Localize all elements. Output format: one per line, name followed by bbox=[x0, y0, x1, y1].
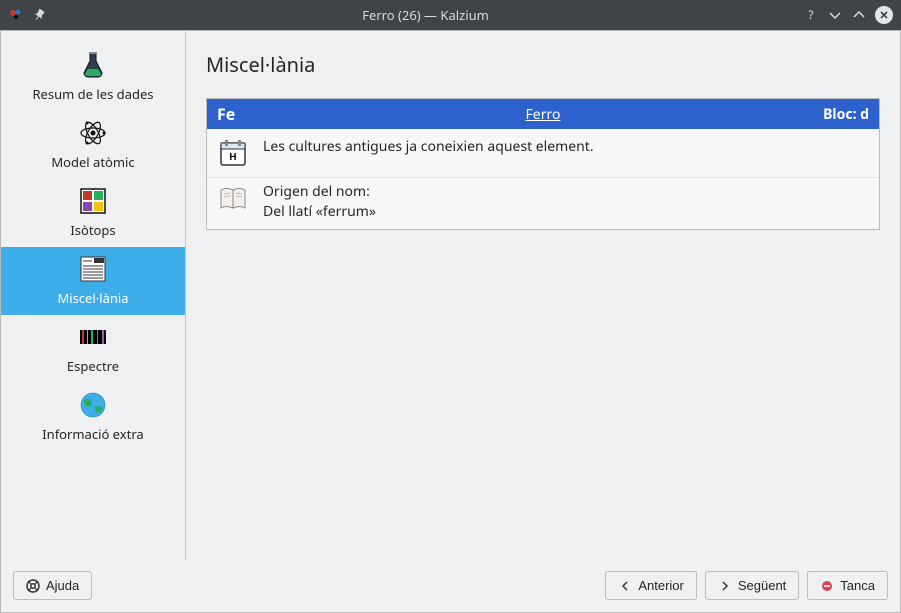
close-button[interactable]: Tanca bbox=[807, 571, 888, 600]
next-button[interactable]: Següent bbox=[705, 571, 799, 600]
info-text: Del llatí «ferrum» bbox=[263, 202, 376, 222]
footer: Ajuda Anterior Següent Tanca bbox=[1, 561, 900, 612]
chevron-left-icon bbox=[618, 579, 632, 593]
svg-text:?: ? bbox=[808, 8, 813, 22]
sidebar-item-label: Model atòmic bbox=[51, 153, 134, 171]
info-text: Les cultures antigues ja coneixien aques… bbox=[263, 137, 594, 157]
button-label: Anterior bbox=[638, 578, 684, 593]
help-button[interactable]: Ajuda bbox=[13, 571, 92, 600]
chevron-right-icon bbox=[718, 579, 732, 593]
flask-icon bbox=[77, 49, 109, 81]
info-text: Origen del nom: bbox=[263, 182, 376, 202]
element-symbol: Fe bbox=[217, 103, 267, 125]
sidebar-item-label: Isòtops bbox=[70, 221, 115, 239]
cancel-icon bbox=[820, 579, 834, 593]
minimize-icon[interactable] bbox=[827, 7, 843, 23]
atom-icon bbox=[77, 117, 109, 149]
globe-icon bbox=[77, 389, 109, 421]
grid-icon bbox=[77, 185, 109, 217]
sidebar-item-atomic-model[interactable]: Model atòmic bbox=[1, 111, 185, 179]
button-label: Tanca bbox=[840, 578, 875, 593]
calendar-icon: H bbox=[217, 137, 249, 169]
button-label: Ajuda bbox=[46, 578, 79, 593]
sidebar-item-label: Informació extra bbox=[42, 425, 143, 443]
window-body: Resum de les dades Model atòmic bbox=[0, 30, 901, 613]
app-icon bbox=[8, 7, 24, 23]
previous-button[interactable]: Anterior bbox=[605, 571, 697, 600]
page-title: Miscel·lània bbox=[206, 51, 880, 78]
text-justify-icon bbox=[77, 253, 109, 285]
help-icon[interactable]: ? bbox=[803, 7, 819, 23]
element-info-box: Fe Ferro Bloc: d H bbox=[206, 98, 880, 230]
sidebar-item-label: Espectre bbox=[67, 357, 119, 375]
main-panel: Miscel·lània Fe Ferro Bloc: d H bbox=[186, 31, 900, 561]
info-row-name-origin: Origen del nom: Del llatí «ferrum» bbox=[207, 177, 879, 229]
titlebar: Ferro (26) — Kalzium ? bbox=[0, 0, 901, 30]
close-icon[interactable] bbox=[875, 6, 893, 24]
element-block: Bloc: d bbox=[823, 105, 869, 124]
sidebar-item-spectrum[interactable]: Espectre bbox=[1, 315, 185, 383]
sidebar: Resum de les dades Model atòmic bbox=[1, 31, 186, 561]
element-name-link[interactable]: Ferro bbox=[526, 105, 561, 124]
button-label: Següent bbox=[738, 578, 786, 593]
info-row-discovery: H Les cultures antigues ja coneixien aqu… bbox=[207, 129, 879, 177]
lifebuoy-icon bbox=[26, 579, 40, 593]
maximize-icon[interactable] bbox=[851, 7, 867, 23]
window-title: Ferro (26) — Kalzium bbox=[48, 6, 803, 24]
sidebar-item-summary[interactable]: Resum de les dades bbox=[1, 43, 185, 111]
sidebar-item-extra-info[interactable]: Informació extra bbox=[1, 383, 185, 451]
sidebar-item-label: Miscel·lània bbox=[57, 289, 128, 307]
sidebar-item-isotopes[interactable]: Isòtops bbox=[1, 179, 185, 247]
spectrum-icon bbox=[77, 321, 109, 353]
pin-icon[interactable] bbox=[32, 7, 48, 23]
sidebar-item-label: Resum de les dades bbox=[32, 85, 153, 103]
book-icon bbox=[217, 182, 249, 214]
sidebar-item-misc[interactable]: Miscel·lània bbox=[1, 247, 185, 315]
element-header: Fe Ferro Bloc: d bbox=[207, 99, 879, 129]
svg-text:H: H bbox=[229, 149, 237, 163]
